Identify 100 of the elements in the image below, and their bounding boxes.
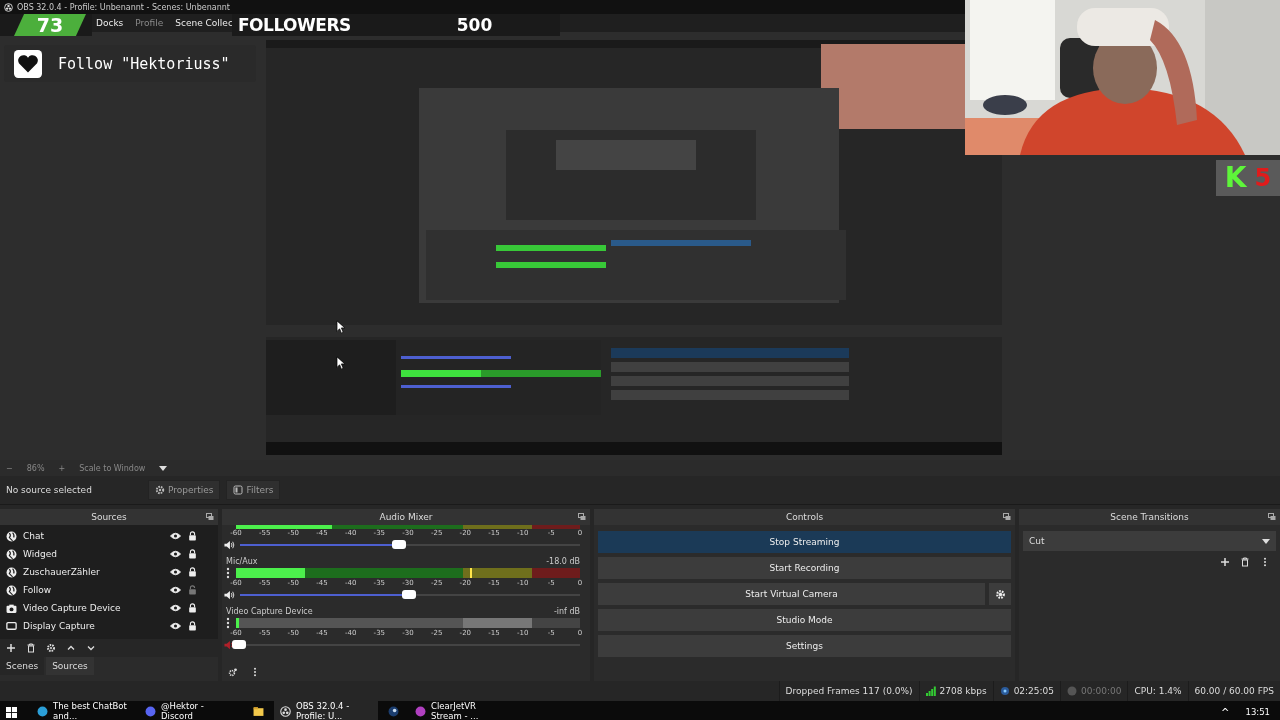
folder-icon — [253, 705, 264, 717]
speaker-icon[interactable] — [224, 540, 235, 550]
source-name: Widged — [23, 549, 58, 559]
windows-start-icon[interactable] — [6, 706, 17, 718]
transition-dropdown[interactable]: Cut — [1023, 531, 1276, 551]
dropdown-icon[interactable] — [159, 465, 168, 471]
control-button[interactable]: Start Recording — [598, 557, 1011, 579]
follow-text: Follow "Hektoriuss" — [58, 54, 230, 73]
dock-tab[interactable]: Sources — [46, 657, 94, 675]
control-button[interactable]: Stop Streaming — [598, 531, 1011, 553]
eye-icon[interactable] — [170, 621, 181, 631]
taskbar-button[interactable]: OBS 32.0.4 - Profile: U... — [274, 701, 378, 720]
lock-icon[interactable] — [187, 567, 198, 577]
filter-icon — [233, 485, 244, 495]
lock-icon[interactable] — [187, 549, 198, 559]
channel-reading: -18.0 dB — [546, 556, 580, 566]
bitrate: 2708 kbps — [939, 686, 987, 696]
dock-title: Controls — [785, 512, 824, 522]
channel-reading: -inf dB — [553, 606, 580, 616]
undock-icon[interactable] — [1003, 513, 1011, 521]
dock-title: Scene Transitions — [1110, 512, 1189, 522]
speaker-icon[interactable] — [224, 590, 235, 600]
follower-count: 73 — [14, 14, 86, 36]
caret-icon — [1262, 538, 1270, 544]
move-down-icon[interactable] — [86, 643, 96, 653]
source-item[interactable]: Display Capture — [0, 617, 218, 635]
source-name: Video Capture Device — [23, 603, 122, 613]
menu-item[interactable]: Docks — [96, 18, 124, 28]
badge-number: 5 — [1254, 166, 1272, 190]
eye-icon[interactable] — [170, 567, 181, 577]
filters-button[interactable]: Filters — [226, 480, 281, 500]
lock-icon[interactable] — [187, 531, 198, 541]
gear-icon — [155, 485, 165, 495]
dock-title: Sources — [91, 512, 127, 522]
record-time: 00:00:00 — [1081, 686, 1122, 696]
eye-icon[interactable] — [170, 531, 181, 541]
monitor-icon — [6, 620, 17, 632]
undock-icon[interactable] — [206, 513, 214, 521]
obs-logo-icon — [4, 2, 13, 12]
zoom-in-button[interactable]: + — [58, 463, 66, 473]
eye-icon[interactable] — [170, 549, 181, 559]
source-name: Chat — [23, 531, 46, 541]
control-button[interactable]: Studio Mode — [598, 609, 1011, 631]
dock-title: Audio Mixer — [379, 512, 433, 522]
control-button[interactable]: Settings — [598, 635, 1011, 657]
volume-slider[interactable] — [402, 590, 416, 599]
gear-icon — [994, 588, 1006, 600]
menu-item[interactable]: Scene Collec — [175, 18, 233, 28]
taskbar-button[interactable]: ClearJetVR Stream - ... — [409, 701, 513, 720]
badge-letter: K — [1224, 164, 1247, 192]
more-icon[interactable] — [226, 567, 230, 579]
settings-button[interactable] — [989, 583, 1011, 605]
eye-icon[interactable] — [170, 585, 181, 595]
properties-button[interactable]: Properties — [148, 480, 221, 500]
source-name: ZuschauerZähler — [23, 567, 101, 577]
source-name: Display Capture — [23, 621, 96, 631]
add-icon[interactable] — [6, 643, 16, 653]
channel-name: Mic/Aux — [226, 556, 258, 566]
cursor-icon — [336, 356, 345, 370]
taskbar-button[interactable]: The best ChatBot and... — [31, 701, 135, 720]
follower-goal: 500 — [456, 15, 493, 35]
gears-icon[interactable] — [228, 667, 238, 677]
eye-icon[interactable] — [170, 603, 181, 613]
source-name: Follow — [23, 585, 53, 595]
source-item[interactable]: Chat — [0, 527, 218, 545]
camera-icon — [6, 602, 17, 614]
volume-slider[interactable] — [232, 640, 246, 649]
more-icon[interactable] — [226, 617, 230, 629]
window-title: OBS 32.0.4 - Profile: Unbenannt - Scenes: Unbenannt — [17, 2, 230, 12]
undock-icon[interactable] — [1268, 513, 1276, 521]
source-item[interactable]: Video Capture Device — [0, 599, 218, 617]
dock-tab[interactable]: Scenes — [0, 657, 45, 675]
control-button[interactable]: Start Virtual Camera — [598, 583, 985, 605]
volume-slider[interactable] — [391, 540, 406, 549]
source-item[interactable]: ZuschauerZähler — [0, 563, 218, 581]
undock-icon[interactable] — [578, 513, 586, 521]
trash-icon[interactable] — [26, 643, 36, 653]
trash-icon[interactable] — [1240, 557, 1250, 567]
cursor-icon — [336, 320, 345, 334]
followers-label: FOLLOWERS — [238, 15, 351, 35]
lock-icon[interactable] — [187, 621, 198, 631]
taskbar-button[interactable]: @Hektor - Discord — [139, 701, 243, 720]
signal-icon — [925, 686, 936, 696]
zoom-level: 86% — [26, 463, 45, 473]
circle-logo-icon — [388, 705, 399, 717]
settings-icon[interactable] — [46, 643, 56, 653]
tray-expand-button[interactable]: ^ — [1221, 706, 1230, 718]
stream-time: 02:25:05 — [1013, 686, 1055, 696]
lock-icon[interactable] — [187, 603, 198, 613]
add-icon[interactable] — [1220, 557, 1230, 567]
record-icon — [1067, 686, 1078, 696]
scale-mode[interactable]: Scale to Window — [79, 463, 146, 473]
source-item[interactable]: Widged — [0, 545, 218, 563]
source-item[interactable]: Follow — [0, 581, 218, 599]
channel-name: Video Capture Device — [226, 606, 313, 616]
clock: 13:51 — [1245, 707, 1270, 717]
zoom-out-button[interactable]: − — [6, 463, 13, 473]
circle-logo-icon — [280, 705, 291, 717]
move-up-icon[interactable] — [66, 643, 76, 653]
stream-icon — [999, 686, 1010, 696]
